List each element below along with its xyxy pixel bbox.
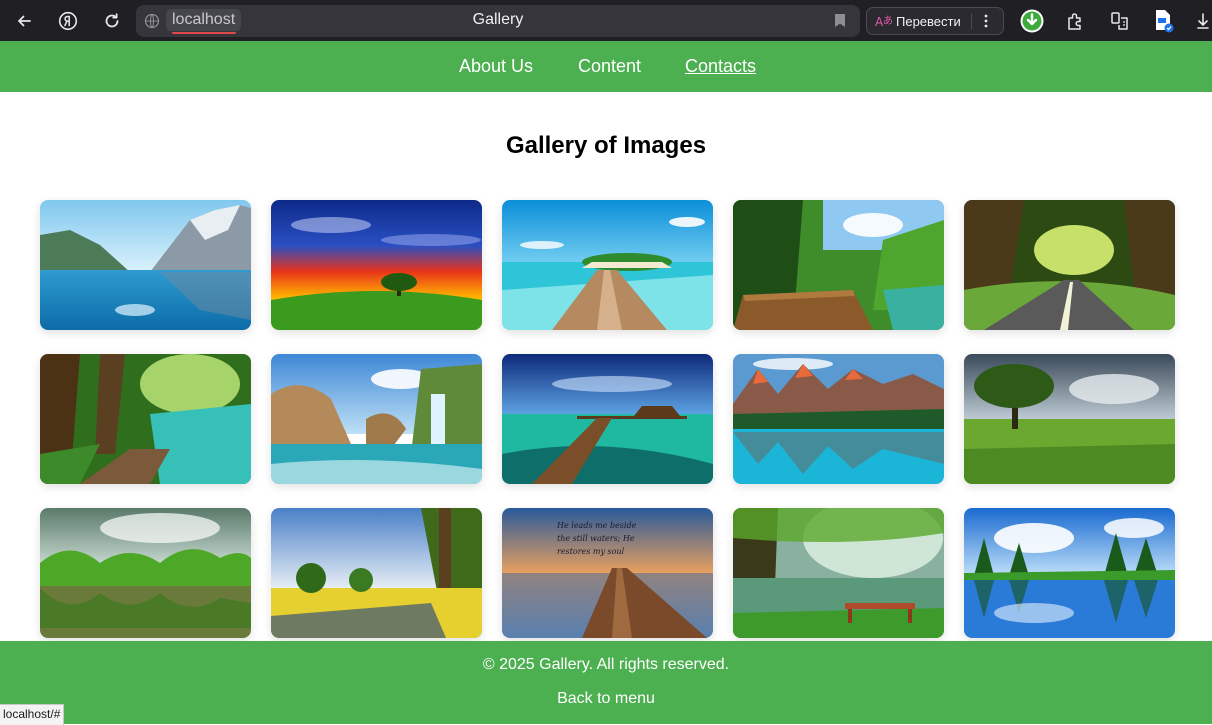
gallery-image-pine-reflection[interactable]	[964, 508, 1175, 638]
gallery-image-river-trees[interactable]	[40, 508, 251, 638]
back-arrow-icon[interactable]	[11, 8, 37, 34]
translate-icon: Aあ	[875, 13, 893, 34]
translate-divider	[971, 13, 972, 29]
nav-content[interactable]: Content	[578, 56, 641, 76]
gallery-image-bench-lake[interactable]	[733, 508, 944, 638]
reload-icon[interactable]	[99, 8, 125, 34]
gallery-image-lake-mountains[interactable]	[40, 200, 251, 330]
download-extension-icon[interactable]	[1019, 8, 1045, 34]
downloads-icon[interactable]	[1195, 8, 1212, 34]
browser-toolbar: localhost Gallery Aあ Перевести	[0, 0, 1212, 41]
translate-button[interactable]: Aあ Перевести	[866, 7, 1004, 35]
nav-about-us[interactable]: About Us	[459, 56, 533, 76]
gallery-image-rock-waterfall[interactable]	[271, 354, 482, 484]
gallery-image-tree-field[interactable]	[964, 354, 1175, 484]
gallery-image-sunset-dock-verse[interactable]: He leads me beside the still waters; He …	[502, 508, 713, 638]
back-to-menu-link[interactable]: Back to menu	[0, 690, 1212, 708]
verse-line-3: restores my soul	[557, 547, 625, 556]
gallery-image-moraine-lake[interactable]	[733, 354, 944, 484]
bookmark-icon[interactable]	[834, 13, 846, 33]
more-options-icon[interactable]	[984, 12, 988, 35]
page-title: Gallery of Images	[505, 132, 707, 159]
gallery-image-sunset-tree[interactable]	[271, 200, 482, 330]
site-navbar: About Us Content Contacts	[0, 41, 1212, 92]
gallery-image-tropical-pier[interactable]	[502, 200, 713, 330]
extensions-puzzle-icon[interactable]	[1063, 8, 1089, 34]
verse-line-1: He leads me beside	[556, 521, 637, 530]
link-status-bar: localhost/#	[0, 704, 65, 725]
tab-title: Gallery	[472, 11, 524, 28]
gallery-image-tree-tunnel-road[interactable]	[964, 200, 1175, 330]
collections-icon[interactable]	[1107, 8, 1133, 34]
address-bar[interactable]: localhost Gallery	[136, 5, 860, 37]
gallery-image-overwater-bungalow-pier[interactable]	[502, 354, 713, 484]
nav-contacts[interactable]: Contacts	[685, 56, 756, 76]
gallery-image-forest-boardwalk[interactable]	[733, 200, 944, 330]
yandex-logo-icon[interactable]	[55, 8, 81, 34]
pdf-document-icon[interactable]	[1151, 8, 1177, 34]
translate-label: Перевести	[896, 14, 961, 29]
site-footer: © 2025 Gallery. All rights reserved. Bac…	[0, 641, 1212, 724]
svg-text:あ: あ	[883, 15, 893, 27]
url-underline	[172, 32, 236, 34]
copyright-text: © 2025 Gallery. All rights reserved.	[482, 656, 730, 673]
gallery-image-forest-path-lake[interactable]	[40, 354, 251, 484]
gallery-image-country-road[interactable]	[271, 508, 482, 638]
verse-line-2: the still waters; He	[557, 534, 635, 543]
